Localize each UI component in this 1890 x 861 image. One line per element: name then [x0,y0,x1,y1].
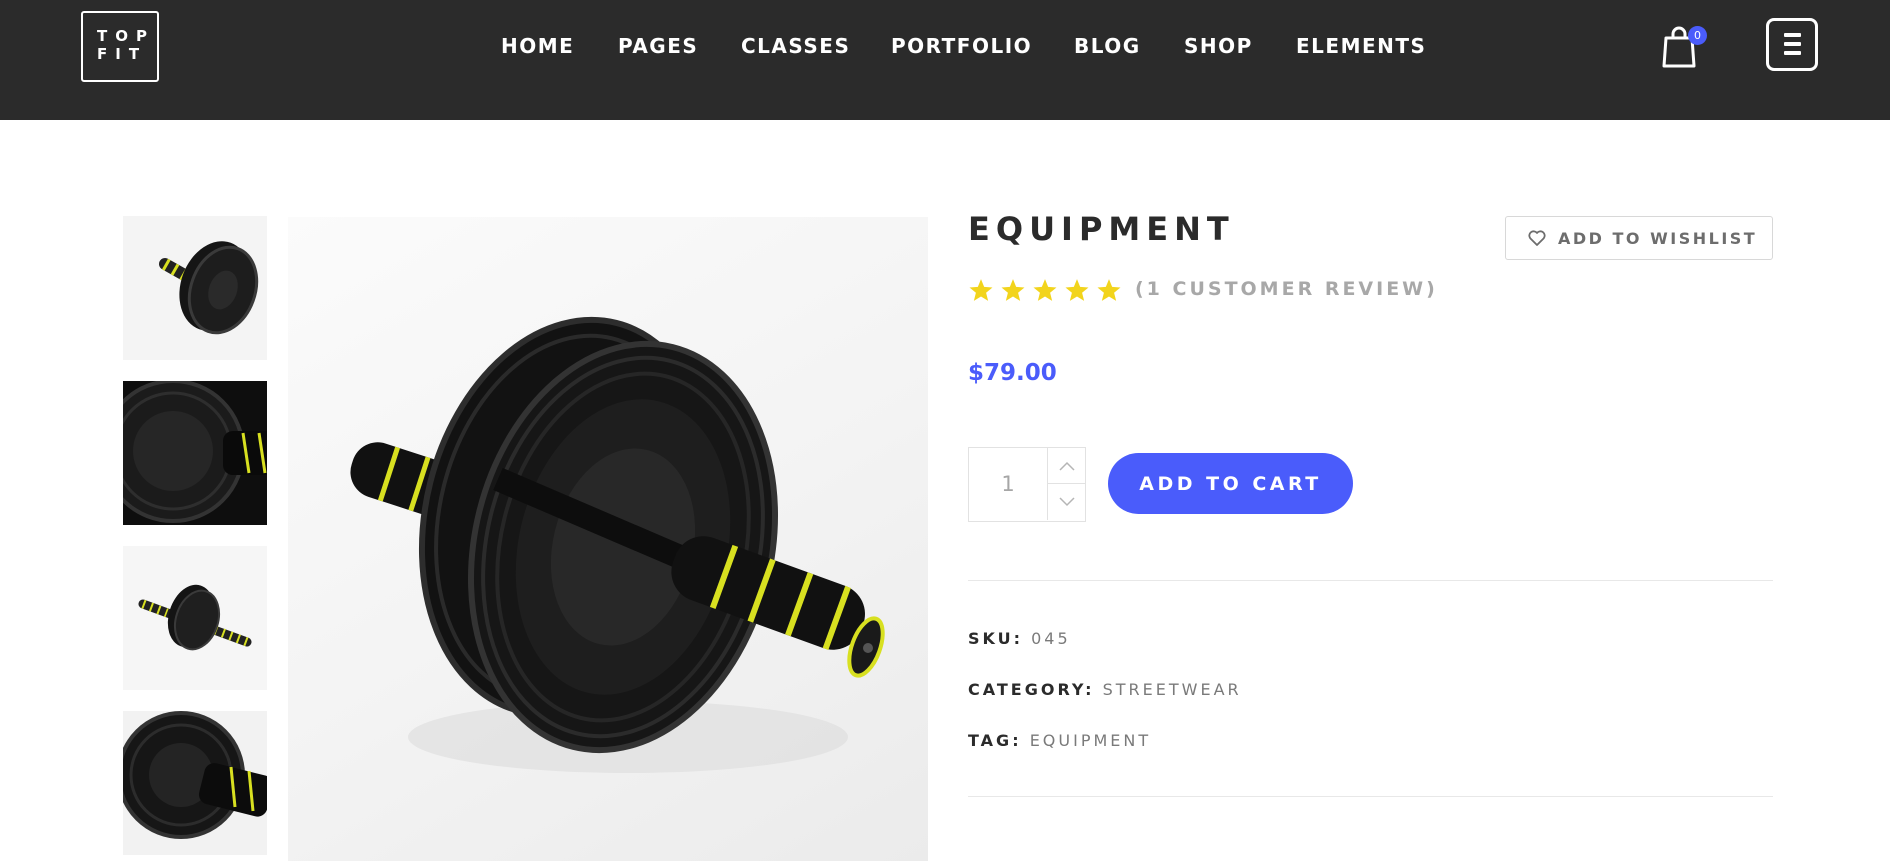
ab-wheel-thumb-image [123,216,267,360]
tag-label: TAG: [968,731,1022,750]
nav-item-elements[interactable]: ELEMENTS [1296,34,1426,58]
menu-line [1784,42,1801,46]
customer-review-link[interactable]: (1 CUSTOMER REVIEW) [1135,278,1438,300]
product-thumbnail-3[interactable] [123,546,267,690]
sku-value: 045 [1031,629,1071,648]
star-icon [1033,279,1057,301]
star-icon [1097,279,1121,301]
divider [968,796,1773,797]
product-price: $79.00 [968,360,1057,386]
add-to-cart-button[interactable]: ADD TO CART [1108,453,1353,514]
category-label: CATEGORY: [968,680,1095,699]
ab-wheel-thumb-image [123,381,267,525]
ab-wheel-thumb-image [123,711,267,855]
product-main-image[interactable] [288,217,928,861]
product-thumbnail-2[interactable] [123,381,267,525]
tag-link[interactable]: EQUIPMENT [1030,731,1151,750]
cart-count-badge: 0 [1688,26,1707,45]
product-title: EQUIPMENT [968,210,1235,248]
rating-stars [968,278,1128,303]
chevron-down-icon [1058,497,1075,507]
sku-label: SKU: [968,629,1024,648]
product-category: CATEGORY: STREETWEAR [968,680,1242,699]
quantity-input[interactable]: 1 [969,448,1047,521]
quantity-stepper: 1 [968,447,1086,522]
site-header: TOP FIT HOME PAGES CLASSES PORTFOLIO BLO… [0,0,1890,120]
heart-icon [1528,230,1546,246]
nav-item-pages[interactable]: PAGES [618,34,698,58]
star-icon [969,279,993,301]
quantity-increase-button[interactable] [1047,448,1085,484]
nav-item-portfolio[interactable]: PORTFOLIO [891,34,1032,58]
star-icon [1001,279,1025,301]
ab-wheel-thumb-image [123,546,267,690]
menu-line [1784,51,1801,55]
ab-wheel-image [350,316,885,773]
product-thumbnail-1[interactable] [123,216,267,360]
wishlist-label: ADD TO WISHLIST [1558,228,1758,248]
divider [968,580,1773,581]
add-to-wishlist-button[interactable]: ADD TO WISHLIST [1505,216,1773,260]
nav-item-blog[interactable]: BLOG [1074,34,1141,58]
menu-line [1784,33,1801,37]
nav-item-shop[interactable]: SHOP [1184,34,1253,58]
quantity-decrease-button[interactable] [1047,484,1085,520]
main-nav: HOME PAGES CLASSES PORTFOLIO BLOG SHOP E… [0,0,1890,94]
cart-button[interactable]: 0 [1660,22,1710,72]
product-thumbnail-4[interactable] [123,711,267,855]
product-tag: TAG: EQUIPMENT [968,731,1151,750]
nav-item-home[interactable]: HOME [501,34,574,58]
star-icon [1065,279,1089,301]
chevron-up-icon [1058,461,1075,471]
category-link[interactable]: STREETWEAR [1103,680,1242,699]
side-menu-button[interactable] [1766,18,1818,71]
nav-item-classes[interactable]: CLASSES [741,34,850,58]
product-sku: SKU: 045 [968,629,1071,648]
